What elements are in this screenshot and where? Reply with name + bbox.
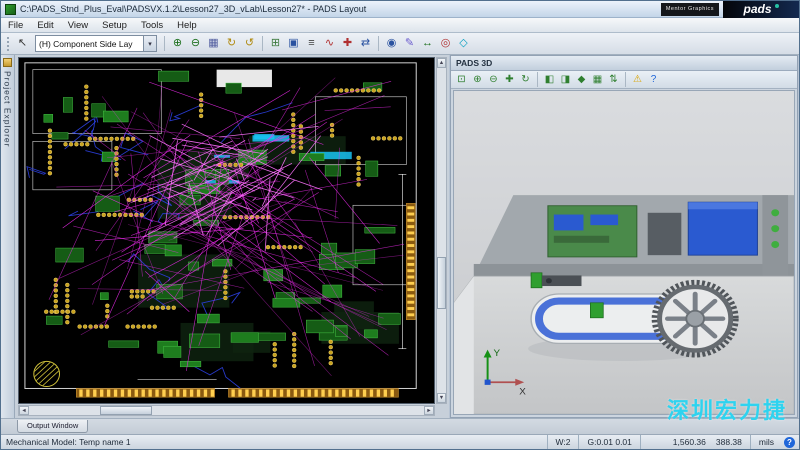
zoom-in-icon[interactable]: ⊕: [470, 72, 485, 87]
pcb-horizontal-scrollbar[interactable]: ◄ ►: [18, 405, 435, 416]
vertical-scroll-track[interactable]: [437, 68, 446, 393]
scroll-down-icon[interactable]: ▼: [437, 393, 446, 403]
flip-board-icon[interactable]: ⇅: [606, 72, 621, 87]
project-explorer-icon: [3, 58, 12, 67]
status-grid: G:0.01 0.01: [578, 435, 639, 449]
axis-x-label: X: [519, 387, 526, 396]
zoom-out-icon[interactable]: ⊖: [486, 72, 501, 87]
redraw-icon[interactable]: ↻: [223, 35, 240, 52]
project-explorer-strip[interactable]: Project Explorer: [1, 55, 15, 418]
help-button[interactable]: ?: [784, 437, 795, 448]
view-front-icon[interactable]: ◧: [542, 72, 557, 87]
mentor-graphics-logo: Mentor Graphics: [661, 3, 719, 16]
main-toolbar: ↖ (H) Component Side Lay ▾ ⊕ ⊖ ▦ ↻ ↺ ⊞ ▣…: [1, 33, 799, 55]
status-coord-x: 1,560.36: [673, 437, 706, 447]
dimension-icon[interactable]: ↔: [419, 35, 436, 52]
pan-icon[interactable]: ✚: [502, 72, 517, 87]
vertical-scroll-thumb[interactable]: [437, 257, 446, 309]
toolbar-separator: [378, 36, 379, 51]
menu-edit[interactable]: Edit: [30, 18, 60, 33]
status-coord-y: 388.38: [716, 437, 742, 447]
pads-3d-toolbar: ⊡ ⊕ ⊖ ✚ ↻ ◧ ◨ ◆ ▦ ⇅ ⚠ ?: [451, 71, 797, 89]
window-title: C:\PADS_Stnd_Plus_Eval\PADSVX.1.2\Lesson…: [20, 4, 657, 14]
warning-icon[interactable]: ⚠: [630, 72, 645, 87]
horizontal-scroll-thumb[interactable]: [100, 406, 152, 415]
scroll-left-icon[interactable]: ◄: [19, 406, 29, 415]
pcb-3d-drawing: Y X: [454, 91, 794, 414]
layer-dropdown-value: (H) Component Side Lay: [36, 39, 143, 49]
pcb-layout-canvas[interactable]: [18, 57, 435, 404]
app-icon: [5, 4, 16, 15]
drafting-icon[interactable]: ✎: [401, 35, 418, 52]
axis-y-label: Y: [494, 348, 501, 357]
grid-setup-icon[interactable]: ⊞: [267, 35, 284, 52]
view-3d-icon[interactable]: ◇: [455, 35, 472, 52]
undo-icon[interactable]: ↺: [241, 35, 258, 52]
toolbar-separator: [625, 72, 626, 87]
zoom-in-icon[interactable]: ⊕: [169, 35, 186, 52]
menu-help[interactable]: Help: [170, 18, 204, 33]
view-iso-icon[interactable]: ◆: [574, 72, 589, 87]
view-top-icon[interactable]: ◨: [558, 72, 573, 87]
pads-3d-title: PADS 3D: [456, 58, 792, 68]
pcb-vertical-scrollbar[interactable]: ▲ ▼: [436, 57, 447, 404]
title-bar: C:\PADS_Stnd_Plus_Eval\PADSVX.1.2\Lesson…: [1, 1, 799, 18]
select-pointer-icon[interactable]: ↖: [14, 35, 31, 52]
toolbar-grip: [7, 37, 10, 51]
pads-layout-window: C:\PADS_Stnd_Plus_Eval\PADSVX.1.2\Lesson…: [0, 0, 800, 450]
horizontal-scroll-track[interactable]: [29, 406, 424, 415]
pcb-zone: ▲ ▼ ◄ ►: [15, 55, 449, 418]
pads-3d-panel: PADS 3D ⊡ ⊕ ⊖ ✚ ↻ ◧ ◨ ◆ ▦ ⇅ ⚠ ?: [450, 55, 798, 418]
status-width: W:2: [547, 435, 579, 449]
layer-list-icon[interactable]: ≡: [303, 35, 320, 52]
pads-logo-text: pads: [743, 2, 771, 16]
watermark-text: 深圳宏力捷: [667, 393, 787, 425]
help-icon[interactable]: ?: [646, 72, 661, 87]
route-icon[interactable]: ∿: [321, 35, 338, 52]
scroll-up-icon[interactable]: ▲: [437, 58, 446, 68]
main-area: Project Explorer: [1, 55, 799, 418]
status-coordinates: 1,560.36 388.38: [640, 435, 750, 449]
pads-logo-dot: [775, 4, 779, 8]
board-fit-icon[interactable]: ▦: [205, 35, 222, 52]
status-units: mils: [750, 435, 782, 449]
swap-icon[interactable]: ⇄: [357, 35, 374, 52]
wireframe-icon[interactable]: ▦: [590, 72, 605, 87]
project-explorer-label: Project Explorer: [3, 71, 13, 147]
menu-file[interactable]: File: [1, 18, 30, 33]
pads-logo: pads: [723, 1, 799, 18]
zoom-fit-icon[interactable]: ⊡: [454, 72, 469, 87]
menu-view[interactable]: View: [61, 18, 95, 33]
verify-design-icon[interactable]: ◎: [437, 35, 454, 52]
status-model: Mechanical Model: Temp name 1: [1, 437, 547, 447]
menu-setup[interactable]: Setup: [95, 18, 134, 33]
output-window-tab[interactable]: Output Window: [17, 420, 88, 433]
pcb-drawing: [19, 58, 434, 403]
pads-3d-titlebar[interactable]: PADS 3D: [451, 56, 797, 71]
design-toolbox-icon[interactable]: ▣: [285, 35, 302, 52]
scroll-right-icon[interactable]: ►: [424, 406, 434, 415]
toolbar-separator: [537, 72, 538, 87]
pads-3d-viewport[interactable]: Y X: [453, 90, 795, 415]
padstack-icon[interactable]: ◉: [383, 35, 400, 52]
move-icon[interactable]: ✚: [339, 35, 356, 52]
menu-tools[interactable]: Tools: [134, 18, 170, 33]
toolbar-separator: [262, 36, 263, 51]
rotate-icon[interactable]: ↻: [518, 72, 533, 87]
zoom-out-icon[interactable]: ⊖: [187, 35, 204, 52]
menu-bar: File Edit View Setup Tools Help: [1, 18, 799, 33]
chevron-down-icon[interactable]: ▾: [143, 36, 156, 51]
toolbar-separator: [164, 36, 165, 51]
layer-dropdown[interactable]: (H) Component Side Lay ▾: [35, 35, 157, 52]
status-bar: Mechanical Model: Temp name 1 W:2 G:0.01…: [1, 434, 799, 449]
